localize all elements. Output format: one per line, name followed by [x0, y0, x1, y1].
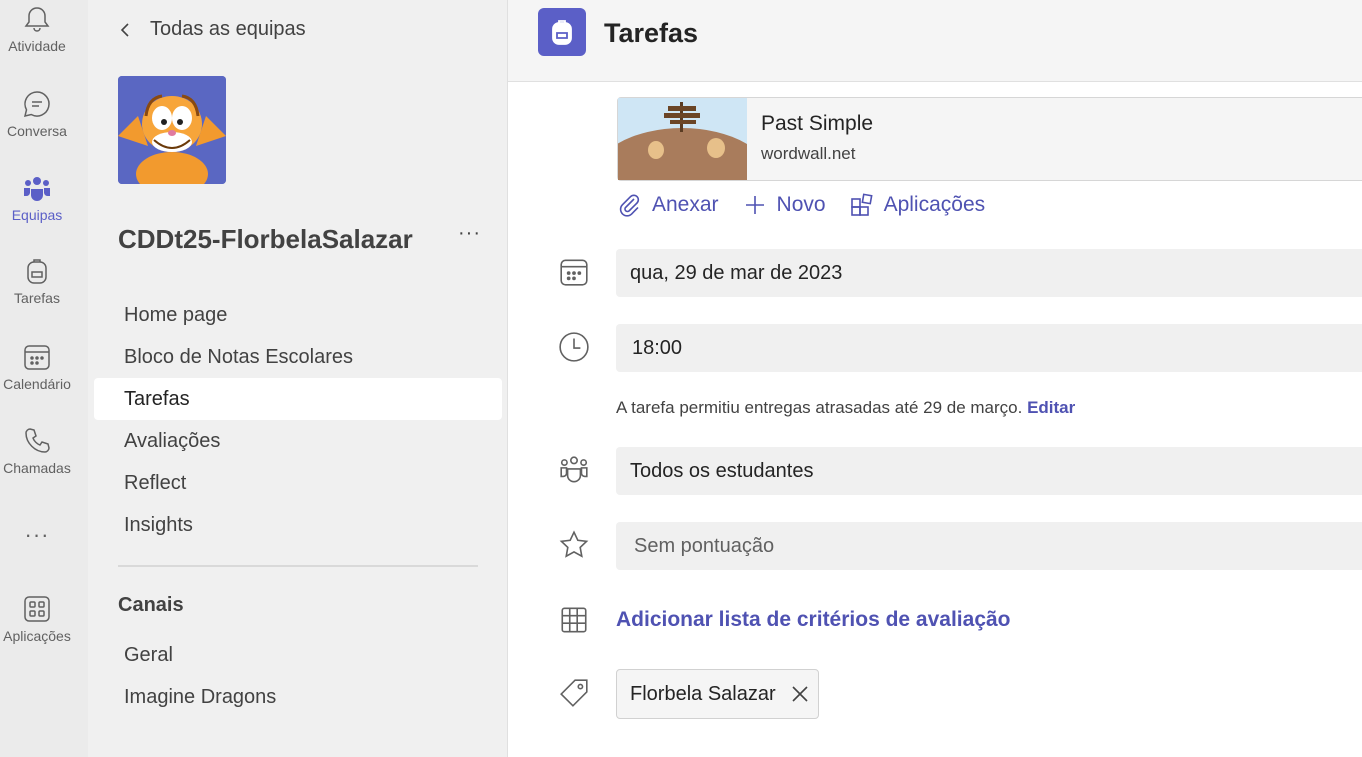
attach-label: Anexar [652, 193, 719, 216]
rail-label: Aplicações [3, 628, 71, 644]
rail-item-apps[interactable]: Aplicações [0, 594, 74, 644]
apps-icon [24, 596, 50, 622]
star-icon [559, 530, 589, 558]
channel-list: Geral Imagine Dragons [94, 634, 502, 718]
nav-item-home-page[interactable]: Home page [94, 294, 502, 336]
nav-item-grades[interactable]: Avaliações [94, 420, 502, 462]
rail-item-calls[interactable]: Chamadas [0, 426, 74, 476]
rail-label: Conversa [7, 123, 67, 139]
resource-source: wordwall.net [761, 144, 856, 163]
resource-thumbnail-image [618, 98, 747, 180]
grid-icon [561, 607, 587, 633]
nav-item-assignments[interactable]: Tarefas [94, 378, 502, 420]
resource-card[interactable]: Past Simple wordwall.net [617, 97, 1362, 181]
late-note-text: A tarefa permitiu entregas atrasadas até… [616, 398, 1023, 417]
apps-label: Aplicações [883, 193, 986, 216]
team-name: CDDt25-FlorbelaSalazar [118, 224, 413, 254]
attach-button[interactable]: Anexar [618, 193, 719, 217]
rail-item-chat[interactable]: Conversa [0, 89, 74, 139]
assignments-app-icon [538, 8, 586, 56]
clock-icon [559, 332, 589, 362]
nav-item-class-notebook[interactable]: Bloco de Notas Escolares [94, 336, 502, 378]
plus-icon [745, 196, 764, 214]
rail-item-activity[interactable]: Atividade [0, 4, 74, 54]
phone-icon [25, 428, 50, 453]
rail-item-teams[interactable]: Equipas [0, 173, 74, 223]
rail-label: Chamadas [3, 460, 71, 476]
channel-item-imagine-dragons[interactable]: Imagine Dragons [94, 676, 502, 718]
points-field[interactable]: Sem pontuação [616, 522, 1362, 570]
garfield-avatar-image [118, 76, 226, 184]
back-to-teams-link[interactable]: Todas as equipas [118, 18, 306, 41]
teams-icon [24, 177, 50, 201]
new-button[interactable]: Novo [743, 193, 826, 217]
calendar-icon [24, 345, 50, 370]
team-nav: Home page Bloco de Notas Escolares Taref… [94, 294, 502, 546]
add-rubric-link[interactable]: Adicionar lista de critérios de avaliaçã… [616, 608, 1011, 632]
late-submission-note: A tarefa permitiu entregas atrasadas até… [616, 398, 1075, 418]
rail-item-calendar[interactable]: Calendário [0, 342, 74, 392]
rail-label: Equipas [11, 207, 63, 223]
resource-actions: Anexar Novo Aplicações [618, 193, 985, 217]
channel-item-general[interactable]: Geral [94, 634, 502, 676]
bell-icon [24, 7, 50, 32]
close-icon[interactable] [790, 684, 810, 704]
calendar-icon [560, 259, 588, 286]
back-label: Todas as equipas [150, 18, 306, 40]
edit-late-link[interactable]: Editar [1027, 398, 1075, 417]
backpack-icon [27, 259, 47, 284]
chevron-left-icon [120, 22, 129, 37]
team-sidebar: Todas as equipas CDDt25-FlorbelaSalazar … [88, 0, 508, 757]
app-rail: Atividade Conversa Equipas Tarefas Calen… [0, 0, 88, 757]
team-more-options-icon[interactable]: ··· [458, 222, 481, 245]
rail-label: Tarefas [14, 290, 60, 306]
more-apps-icon[interactable]: ··· [0, 522, 74, 548]
assign-to-field[interactable]: Todos os estudantes [616, 447, 1362, 495]
team-avatar[interactable] [118, 76, 226, 184]
page-title: Tarefas [604, 18, 699, 48]
app-header: Tarefas [508, 0, 1362, 82]
resource-thumbnail [618, 98, 747, 180]
chat-icon [23, 91, 50, 118]
tag-chip: Florbela Salazar [616, 669, 819, 719]
channels-heading[interactable]: Canais [118, 594, 184, 617]
due-time-field[interactable]: 18:00 [616, 324, 1362, 372]
nav-item-insights[interactable]: Insights [94, 504, 502, 546]
resource-title: Past Simple [761, 112, 874, 135]
assignment-editor: Tarefas Past Simple wordwall.net Anexar … [508, 0, 1362, 757]
backpack-icon [552, 20, 572, 45]
tag-label: Florbela Salazar [630, 682, 776, 705]
divider [118, 565, 478, 567]
apps-button[interactable]: Aplicações [850, 193, 986, 217]
tag-icon [560, 679, 588, 707]
due-date-field[interactable]: qua, 29 de mar de 2023 [616, 249, 1362, 297]
rail-label: Atividade [8, 38, 66, 54]
rail-label: Calendário [3, 376, 71, 392]
nav-item-reflect[interactable]: Reflect [94, 462, 502, 504]
rail-item-assignments[interactable]: Tarefas [0, 256, 74, 306]
add-app-icon [850, 193, 873, 216]
paperclip-icon [619, 194, 640, 217]
new-label: Novo [776, 193, 826, 216]
people-icon [560, 456, 588, 483]
